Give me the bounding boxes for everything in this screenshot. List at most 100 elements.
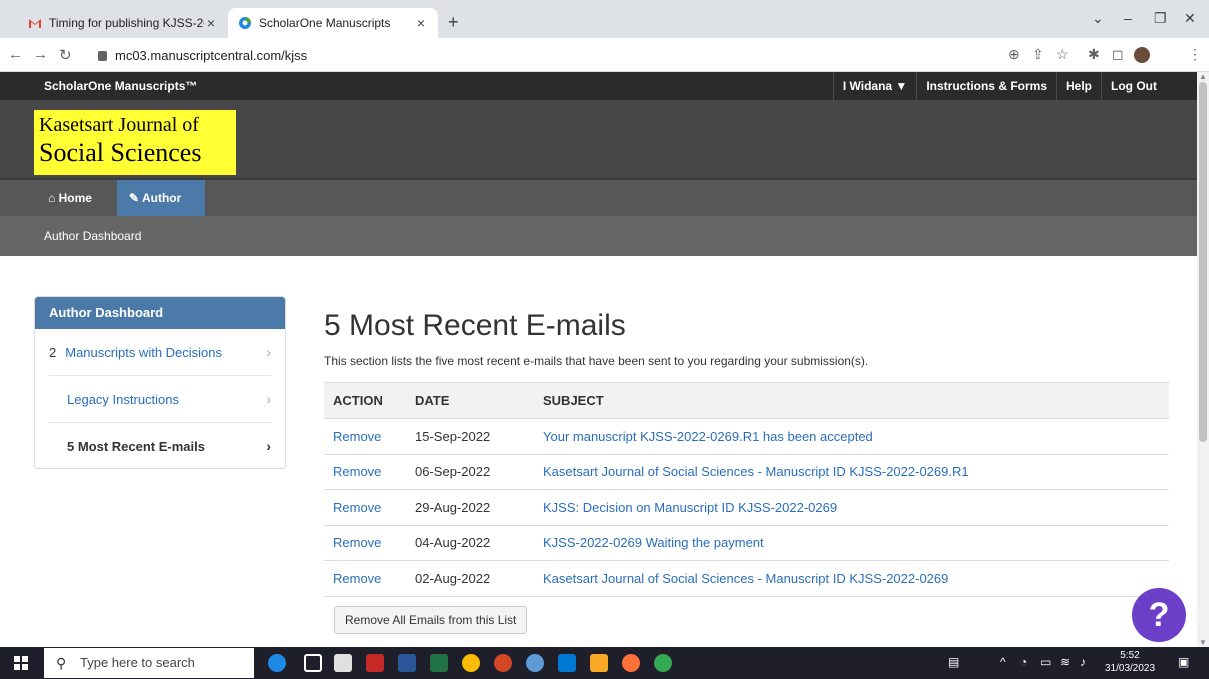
url-field[interactable]: mc03.manuscriptcentral.com/kjss [98,45,988,67]
sidebar-item-legacy[interactable]: Legacy Instructions › [49,376,271,423]
help-button[interactable]: ? [1132,588,1186,642]
taskbar-search-input[interactable]: ⚲ Type here to search [44,648,254,678]
chevron-right-icon: › [266,438,271,454]
table-row: Remove 06-Sep-2022 Kasetsart Journal of … [324,453,1169,490]
email-subject-link[interactable]: Kasetsart Journal of Social Sciences - M… [543,571,948,586]
sidebar-item-decisions[interactable]: 2 Manuscripts with Decisions › [49,329,271,376]
notifications-icon[interactable]: ▣ [1178,655,1189,669]
lock-icon [98,51,107,61]
sidepanel-icon[interactable]: ◻ [1112,46,1124,63]
task-view-icon[interactable] [304,654,322,672]
journal-logo[interactable]: Kasetsart Journal of Social Sciences [34,110,236,175]
help-link[interactable]: Help [1056,72,1101,100]
panel-title: Author Dashboard [35,297,285,329]
table-row: Remove 04-Aug-2022 KJSS-2022-0269 Waitin… [324,524,1169,561]
nav-author-label: Author [141,191,182,205]
remove-link[interactable]: Remove [333,429,381,444]
sidebar-item-label: Legacy Instructions [67,392,180,407]
app-icon[interactable] [366,654,384,672]
journal-header: Kasetsart Journal of Social Sciences [0,100,1197,178]
emails-table: ACTION DATE SUBJECT Remove 15-Sep-2022 Y… [324,382,1169,597]
url-text: mc03.manuscriptcentral.com/kjss [115,48,308,63]
close-tab-icon[interactable]: × [204,15,218,31]
tab-title: Timing for publishing KJSS-2022 [49,16,204,30]
remove-link[interactable]: Remove [333,464,381,479]
remove-all-button[interactable]: Remove All Emails from this List [334,606,528,634]
volume-icon[interactable]: ♪ [1080,655,1086,669]
sub-nav: Author Dashboard [0,216,1197,256]
new-tab-icon[interactable]: + [448,12,459,33]
chrome-icon[interactable] [462,654,480,672]
windows-start-icon[interactable] [14,656,28,670]
zoom-app-icon[interactable] [526,654,544,672]
excel-icon[interactable] [430,654,448,672]
nav-home-label: Home [58,191,92,205]
calendar-app-icon[interactable] [334,654,352,672]
email-date: 02-Aug-2022 [406,560,534,597]
mail-icon[interactable] [558,654,576,672]
firefox-icon[interactable] [622,654,640,672]
tray-expand-icon[interactable]: ^ [1000,655,1006,669]
battery-icon[interactable]: ▭ [1040,655,1051,669]
topbar-links: I Widana ▼ Instructions & Forms Help Log… [832,72,1197,100]
page-title: 5 Most Recent E-mails [324,309,626,342]
reload-icon[interactable]: ↻ [59,46,72,64]
share-icon[interactable]: ⇪ [1032,46,1044,63]
star-icon[interactable]: ☆ [1056,46,1069,63]
nav-home[interactable]: ⌂ Home [36,180,117,216]
chrome-active-icon[interactable] [654,654,672,672]
nav-author[interactable]: ✎ Author [117,180,205,216]
menu-icon[interactable]: ⋮ [1188,46,1202,63]
email-subject-link[interactable]: Your manuscript KJSS-2022-0269.R1 has be… [543,429,873,444]
remove-link[interactable]: Remove [333,571,381,586]
tab-gmail[interactable]: Timing for publishing KJSS-2022 × [18,8,228,38]
scroll-thumb[interactable] [1199,82,1207,442]
user-menu[interactable]: I Widana ▼ [832,72,916,100]
close-tab-icon[interactable]: × [414,15,428,31]
email-subject-link[interactable]: KJSS: Decision on Manuscript ID KJSS-202… [543,500,837,515]
author-dashboard-panel: Author Dashboard 2 Manuscripts with Decis… [34,296,286,469]
email-date: 29-Aug-2022 [406,489,534,525]
wifi-icon[interactable]: ≋ [1060,655,1070,669]
zoom-icon[interactable]: ⊕ [1008,46,1020,63]
extensions-icon[interactable]: ✱ [1088,46,1100,63]
keyboard-icon[interactable]: ▤ [948,655,959,669]
email-subject-link[interactable]: Kasetsart Journal of Social Sciences - M… [543,464,969,479]
email-subject-link[interactable]: KJSS-2022-0269 Waiting the payment [543,535,764,550]
profile-avatar[interactable] [1134,47,1150,63]
back-icon[interactable]: ← [8,46,23,63]
tab-title: ScholarOne Manuscripts [259,16,391,30]
email-date: 06-Sep-2022 [406,453,534,490]
close-window-icon[interactable]: ✕ [1184,10,1196,27]
scholarone-topbar: ScholarOne Manuscripts™ I Widana ▼ Instr… [0,72,1197,100]
file-explorer-icon[interactable] [590,654,608,672]
powerpoint-icon[interactable] [494,654,512,672]
clock-date: 31/03/2023 [1105,663,1156,674]
network-icon[interactable]: ◔ [1020,655,1027,669]
scroll-down-icon[interactable]: ▼ [1199,638,1207,647]
email-date: 04-Aug-2022 [406,524,534,561]
brand-label: ScholarOne Manuscripts™ [44,79,198,93]
remove-link[interactable]: Remove [333,500,381,515]
forward-icon[interactable]: → [33,46,48,63]
tab-scholarone[interactable]: ScholarOne Manuscripts × [228,8,438,38]
scholarone-icon [238,16,252,30]
page-scrollbar[interactable]: ▲ ▼ [1197,72,1209,647]
sidebar-item-emails[interactable]: 5 Most Recent E-mails › [49,423,271,468]
table-row: Remove 02-Aug-2022 Kasetsart Journal of … [324,560,1169,597]
breadcrumb[interactable]: Author Dashboard [44,216,141,256]
restore-icon[interactable]: ❐ [1154,10,1167,27]
windows-taskbar: ⚲ Type here to search ▤ ^ ◔ ▭ ≋ ♪ 5:52 3… [0,647,1209,679]
minimize-icon[interactable]: – [1124,10,1132,26]
scroll-up-icon[interactable]: ▲ [1199,72,1207,81]
remove-link[interactable]: Remove [333,535,381,550]
logout-link[interactable]: Log Out [1101,72,1197,100]
instructions-link[interactable]: Instructions & Forms [916,72,1056,100]
word-icon[interactable] [398,654,416,672]
bing-icon[interactable] [268,654,286,672]
section-description: This section lists the five most recent … [324,354,869,368]
taskbar-clock[interactable]: 5:52 31/03/2023 [1105,649,1155,675]
sidebar-item-label: 5 Most Recent E-mails [67,439,205,454]
col-date: DATE [406,382,534,419]
tab-search-icon[interactable]: ⌄ [1092,10,1104,27]
